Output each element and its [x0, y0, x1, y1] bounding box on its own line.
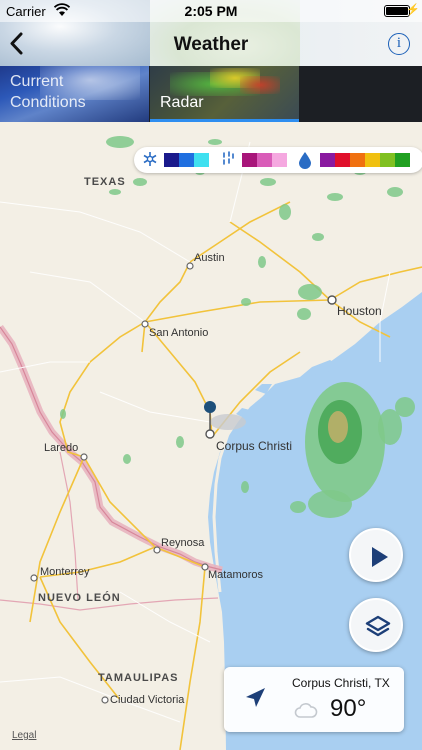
- rain-swatch-3: [350, 153, 365, 167]
- state-label: TEXAS: [84, 176, 126, 188]
- state-label: TAMAULIPAS: [98, 672, 179, 684]
- city-label: Ciudad Victoria: [110, 694, 185, 706]
- page-title: Weather: [173, 34, 249, 55]
- mix-swatch-3: [272, 153, 287, 167]
- state-label: NUEVO LEÓN: [38, 592, 121, 604]
- tab-current-conditions[interactable]: Current Conditions: [0, 66, 149, 122]
- info-icon: i: [396, 35, 402, 51]
- city-label: Austin: [194, 252, 225, 264]
- location-name: Corpus Christi, TX: [292, 676, 390, 690]
- rain-swatch-2: [335, 153, 350, 167]
- radar-legend: [134, 147, 422, 173]
- mix-swatch-1: [242, 153, 257, 167]
- mix-swatch-2: [257, 153, 272, 167]
- rain-swatch-4: [365, 153, 380, 167]
- info-button[interactable]: i: [388, 33, 410, 55]
- snow-swatch-3: [194, 153, 209, 167]
- city-label: Monterrey: [40, 566, 90, 578]
- map-layers-button[interactable]: [349, 598, 403, 652]
- layers-icon: [365, 615, 391, 637]
- radar-map[interactable]: TEXAS NUEVO LEÓN TAMAULIPAS Austin Houst…: [0, 122, 422, 750]
- rain-swatch-1: [320, 153, 335, 167]
- city-label: Laredo: [44, 442, 79, 454]
- snow-swatch-2: [179, 153, 194, 167]
- legal-link[interactable]: Legal: [12, 730, 36, 741]
- weather-app-screen: Carrier 2:05 PM ⚡ Weather i Current Cond…: [0, 0, 422, 750]
- selected-tab-indicator: [150, 119, 299, 122]
- city-label: Houston: [337, 304, 382, 318]
- city-label: Corpus Christi: [216, 439, 293, 453]
- temperature-value: 90°: [330, 695, 367, 722]
- status-bar: Carrier 2:05 PM ⚡: [0, 0, 422, 22]
- tab-radar[interactable]: Radar: [150, 66, 299, 122]
- map-canvas: [0, 122, 422, 750]
- play-icon: [372, 547, 388, 567]
- city-label: Reynosa: [161, 537, 205, 549]
- rain-swatch-6: [395, 153, 410, 167]
- current-location-card[interactable]: Corpus Christi, TX 90°: [224, 667, 404, 732]
- tab-radar-label: Radar: [160, 94, 204, 111]
- tab-current-conditions-label: Current Conditions: [10, 73, 86, 111]
- view-tabs: Current Conditions Radar: [0, 66, 422, 122]
- status-time: 2:05 PM: [184, 3, 238, 19]
- charging-icon: ⚡: [406, 4, 420, 16]
- snow-swatch-1: [164, 153, 179, 167]
- rain-swatch-5: [380, 153, 395, 167]
- city-label: Matamoros: [208, 569, 264, 581]
- play-animation-button[interactable]: [349, 528, 403, 582]
- city-label: San Antonio: [149, 327, 209, 339]
